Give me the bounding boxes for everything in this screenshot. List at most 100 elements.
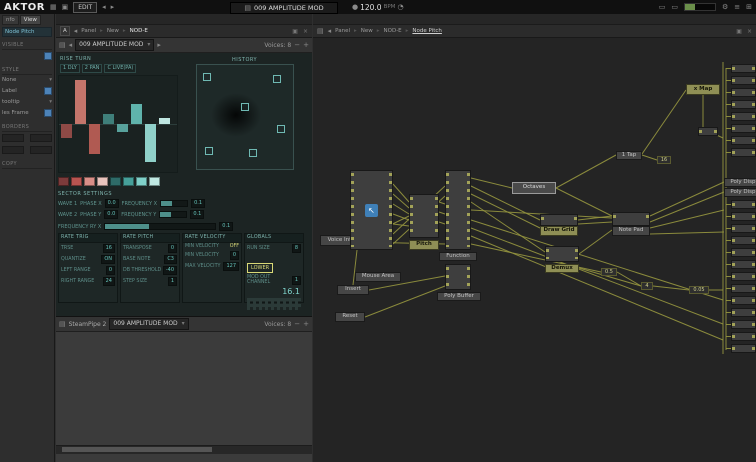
bottom-voices-label[interactable]: Voices: 8	[264, 321, 291, 328]
border-field[interactable]	[2, 134, 24, 142]
chevron-down-icon[interactable]: ▾	[49, 77, 52, 83]
xy-pad[interactable]	[196, 64, 294, 170]
xy-marker[interactable]	[277, 125, 285, 133]
node-draw-grid-label[interactable]: Draw Grid	[540, 226, 578, 236]
preset-next-icon[interactable]: ▸	[157, 41, 161, 49]
node-poly-display-1[interactable]: Poly Display	[724, 178, 756, 187]
xy-marker[interactable]	[205, 147, 213, 155]
transpose-value[interactable]: 0	[167, 244, 177, 253]
breadcrumb-new[interactable]: New	[107, 28, 119, 34]
node-demux-module[interactable]	[545, 246, 579, 262]
node-mouse-area-label[interactable]: Mouse Area	[355, 272, 401, 282]
base-note-value[interactable]: C3	[164, 255, 177, 264]
stack-node[interactable]	[731, 64, 756, 73]
xy-marker[interactable]	[241, 103, 249, 111]
node-tap[interactable]: 1 Tap	[616, 151, 642, 160]
back-icon[interactable]: ◂	[74, 27, 78, 35]
stack-node[interactable]	[731, 224, 756, 233]
stack-node[interactable]	[731, 148, 756, 157]
node-mouse-area[interactable]: ↖	[350, 170, 393, 250]
stack-node[interactable]	[731, 112, 756, 121]
node-poly-display-2[interactable]: Poly Display	[724, 188, 756, 197]
stack-node[interactable]	[731, 272, 756, 281]
node-reset[interactable]: Reset	[335, 312, 365, 322]
stack-node[interactable]	[731, 124, 756, 133]
tab-view[interactable]: View	[19, 15, 41, 25]
menu-icon[interactable]: ≡	[734, 3, 740, 11]
node-demux-label[interactable]: Demux	[545, 264, 579, 273]
color-swatch[interactable]	[123, 177, 134, 186]
step-grid[interactable]	[247, 298, 301, 310]
node-port-a[interactable]	[698, 127, 718, 136]
close-icon[interactable]: ×	[747, 28, 752, 35]
settings-gear-icon[interactable]: ⚙	[722, 3, 728, 11]
stack-node[interactable]	[731, 284, 756, 293]
node-function-label[interactable]: Function	[439, 252, 477, 261]
dly-button[interactable]: 1 DLY	[60, 64, 80, 73]
pin-icon[interactable]: ▣	[292, 28, 298, 35]
node-note-pad-label[interactable]: Note Pad	[612, 226, 650, 236]
node-val-005[interactable]: 0.05	[689, 286, 709, 294]
preset-selector[interactable]: 009 AMPLITUDE MOD ▾	[75, 39, 155, 51]
stack-node[interactable]	[731, 212, 756, 221]
breadcrumb-panel[interactable]: Panel	[81, 28, 96, 34]
stack-node[interactable]	[731, 236, 756, 245]
add-icon[interactable]: +	[303, 320, 309, 328]
trse-value[interactable]: 16	[102, 244, 115, 253]
close-icon[interactable]: ×	[303, 28, 308, 35]
panel-a-icon[interactable]: ▭	[659, 3, 666, 11]
stack-node[interactable]	[731, 320, 756, 329]
preset-prev-icon[interactable]: ◂	[69, 41, 73, 49]
frequency-ry-value[interactable]: 0.1	[219, 222, 234, 231]
node-x-map[interactable]: x Map	[686, 84, 720, 95]
node-note-pad-module[interactable]	[612, 212, 650, 226]
step-size-value[interactable]: 1	[167, 277, 177, 286]
color-swatch[interactable]	[136, 177, 147, 186]
structure-graph[interactable]: Voice Info ↖ Mouse Area Insert Reset Pitch Fun…	[313, 38, 756, 462]
bottom-instrument-name[interactable]: SteamPipe 2	[69, 321, 107, 328]
bottom-preset-selector[interactable]: 009 AMPLITUDE MOD ▾	[109, 318, 189, 330]
panel-a-button[interactable]: A	[60, 26, 70, 36]
run-size-value[interactable]: 8	[291, 244, 301, 253]
tempo-value[interactable]: 120.0	[360, 3, 381, 12]
color-swatch[interactable]	[71, 177, 82, 186]
off-toggle[interactable]: OFF	[230, 244, 239, 249]
tempo-display[interactable]: ● 120.0 BPM ◔	[352, 2, 404, 12]
max-velocity-value[interactable]: 127	[223, 262, 239, 271]
back-icon[interactable]: ◂	[328, 27, 332, 35]
pan-button[interactable]: 2 PAN	[81, 64, 103, 73]
min-velocity-value[interactable]: 0	[229, 251, 239, 260]
breadcrumb-node-pitch[interactable]: Node Pitch	[412, 28, 442, 34]
stack-node[interactable]	[731, 88, 756, 97]
color-swatch[interactable]	[58, 177, 69, 186]
lower-button[interactable]: LOWER	[247, 263, 274, 273]
minimize-icon[interactable]: −	[294, 320, 300, 328]
node-pitch-module[interactable]	[409, 194, 439, 238]
color-swatch[interactable]	[97, 177, 108, 186]
voices-label[interactable]: Voices: 8	[264, 42, 291, 49]
border-field[interactable]	[2, 146, 24, 154]
node-buffer-module[interactable]	[445, 264, 471, 290]
style-value[interactable]: None	[2, 77, 16, 83]
wave-2-label[interactable]: WAVE 2	[58, 212, 77, 218]
breadcrumb-new[interactable]: New	[361, 28, 373, 34]
stack-node[interactable]	[731, 200, 756, 209]
right-range-value[interactable]: 24	[102, 277, 115, 286]
node-val-05[interactable]: 0.5	[601, 268, 617, 276]
node-pitch-label[interactable]: Pitch	[409, 240, 439, 250]
instrument-list-icon[interactable]: ▤	[59, 320, 66, 328]
label-checkbox[interactable]	[44, 87, 52, 95]
layout-grid-icon[interactable]: ▦	[50, 3, 57, 11]
freq-y-value[interactable]: 0.1	[190, 210, 205, 219]
next-icon[interactable]: ▸	[111, 3, 115, 11]
stack-node[interactable]	[731, 296, 756, 305]
node-draw-grid-module[interactable]	[540, 214, 578, 226]
breadcrumb-node[interactable]: NOD-E	[130, 28, 148, 34]
structure-list-icon[interactable]: ▤	[317, 27, 324, 35]
stack-node[interactable]	[731, 332, 756, 341]
border-field[interactable]	[30, 146, 52, 154]
chevron-down-icon[interactable]: ▾	[49, 99, 52, 105]
panel-b-icon[interactable]: ▭	[671, 3, 678, 11]
stack-node[interactable]	[731, 260, 756, 269]
breadcrumb-panel[interactable]: Panel	[335, 28, 350, 34]
